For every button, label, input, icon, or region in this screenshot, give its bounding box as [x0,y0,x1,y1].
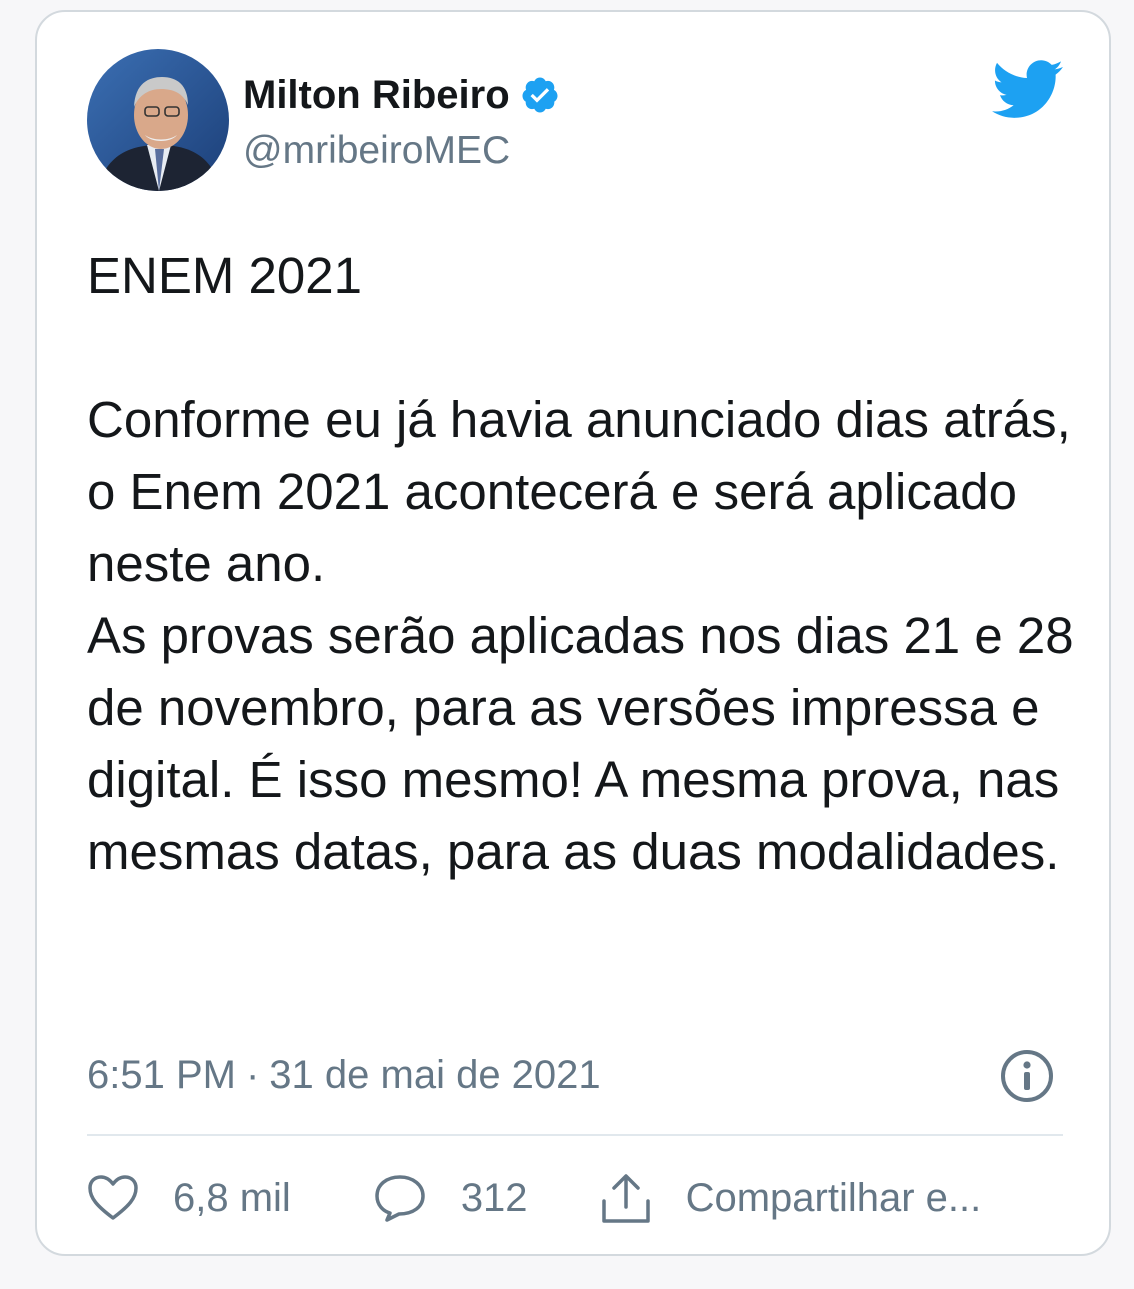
info-icon[interactable] [999,1048,1055,1104]
name-row: Milton Ribeiro [243,70,560,120]
tweet-text: ENEM 2021 Conforme eu já havia anunciado… [87,247,1074,880]
like-count: 6,8 mil [173,1175,291,1220]
speech-bubble-icon [375,1175,425,1222]
display-name[interactable]: Milton Ribeiro [243,73,510,118]
user-handle[interactable]: @mribeiroMEC [243,129,510,173]
tweet-timestamp[interactable]: 6:51 PM · 31 de mai de 2021 [87,1050,601,1100]
tweet-date: 31 de mai de 2021 [269,1052,601,1097]
reply-count: 312 [460,1175,528,1220]
share-button[interactable]: Compartilhar e... [600,1171,982,1225]
tweet-time: 6:51 PM [87,1052,236,1097]
divider [87,1134,1063,1136]
reply-button[interactable]: 312 [373,1173,528,1223]
tweet-card: Milton Ribeiro @mribeiroMEC ENEM 2021 Co… [35,10,1111,1256]
timestamp-separator: · [245,1052,260,1097]
verified-badge-icon [522,77,558,113]
twitter-bird-icon[interactable] [992,60,1064,120]
share-icon [601,1174,650,1223]
avatar-photo [87,49,229,191]
action-bar: 6,8 mil 312 Compartilhar e... [87,1170,981,1226]
like-button[interactable]: 6,8 mil [87,1174,291,1222]
heart-icon [88,1175,138,1220]
avatar[interactable] [87,49,229,191]
share-label: Compartilhar e... [685,1175,982,1220]
